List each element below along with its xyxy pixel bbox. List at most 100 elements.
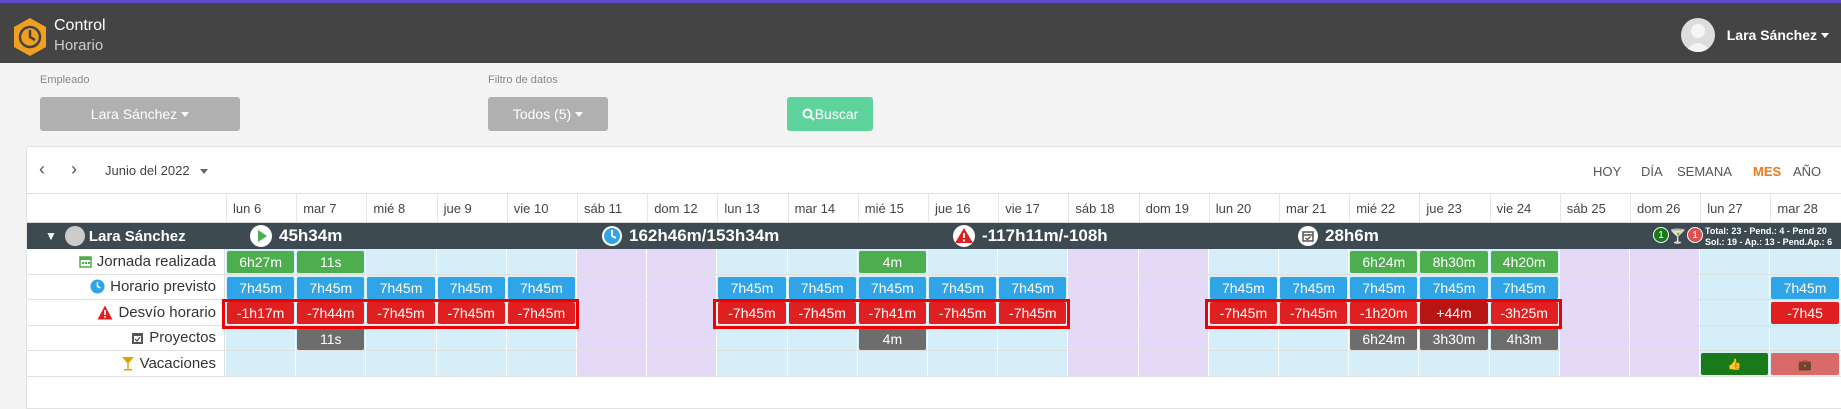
- time-pill[interactable]: 7h45m: [1420, 276, 1488, 299]
- chevron-down-icon[interactable]: ▼: [45, 229, 57, 243]
- day-cell[interactable]: [1419, 351, 1490, 376]
- day-header[interactable]: mié 8: [366, 194, 436, 222]
- day-cell[interactable]: [1770, 325, 1841, 350]
- day-cell[interactable]: [577, 300, 648, 325]
- day-cell[interactable]: [1138, 249, 1209, 274]
- day-cell[interactable]: [577, 249, 648, 274]
- day-cell[interactable]: [366, 325, 437, 350]
- day-header[interactable]: vie 17: [998, 194, 1068, 222]
- day-cell[interactable]: [998, 249, 1069, 274]
- day-header[interactable]: vie 10: [506, 194, 577, 222]
- day-cell[interactable]: [717, 249, 788, 274]
- day-header[interactable]: jue 9: [436, 194, 507, 222]
- day-cell[interactable]: [226, 325, 297, 350]
- day-header[interactable]: mié 22: [1349, 194, 1419, 222]
- day-header[interactable]: lun 20: [1208, 194, 1279, 222]
- day-cell[interactable]: [998, 351, 1069, 376]
- day-cell[interactable]: [1208, 325, 1279, 350]
- time-pill[interactable]: 4h20m: [1490, 251, 1558, 273]
- day-cell[interactable]: [1349, 351, 1420, 376]
- day-header[interactable]: jue 16: [928, 194, 998, 222]
- day-cell[interactable]: [647, 274, 718, 299]
- day-cell[interactable]: [1068, 300, 1139, 325]
- day-cell[interactable]: [787, 351, 858, 376]
- time-pill[interactable]: 7h45m: [507, 276, 575, 299]
- time-pill[interactable]: 7h45m: [1209, 276, 1277, 299]
- day-cell[interactable]: [647, 325, 718, 350]
- day-cell[interactable]: [1208, 351, 1279, 376]
- time-pill[interactable]: 4m: [858, 327, 926, 350]
- day-cell[interactable]: [1700, 274, 1771, 299]
- day-cell[interactable]: [1279, 249, 1350, 274]
- time-pill[interactable]: -7h45: [1771, 302, 1839, 324]
- time-pill[interactable]: 7h45m: [858, 276, 926, 299]
- day-cell[interactable]: [1630, 300, 1701, 325]
- day-cell[interactable]: [787, 325, 858, 350]
- day-cell[interactable]: [436, 249, 507, 274]
- day-header[interactable]: jue 23: [1419, 194, 1489, 222]
- view-month[interactable]: MES: [1753, 164, 1781, 179]
- day-cell[interactable]: [1559, 351, 1630, 376]
- view-year[interactable]: AÑO: [1793, 164, 1821, 179]
- day-cell[interactable]: [928, 325, 999, 350]
- employee-select[interactable]: Lara Sánchez: [40, 97, 240, 131]
- day-cell[interactable]: [366, 351, 437, 376]
- filter-select[interactable]: Todos (5): [488, 97, 608, 131]
- day-cell[interactable]: [647, 351, 718, 376]
- day-cell[interactable]: [1630, 249, 1701, 274]
- day-cell[interactable]: [1138, 351, 1209, 376]
- day-cell[interactable]: [1279, 325, 1350, 350]
- day-cell[interactable]: [1559, 249, 1630, 274]
- day-cell[interactable]: [647, 300, 718, 325]
- day-cell[interactable]: [506, 351, 577, 376]
- view-week[interactable]: SEMANA: [1677, 164, 1732, 179]
- search-button[interactable]: Buscar: [787, 97, 873, 131]
- day-cell[interactable]: [1559, 325, 1630, 350]
- thumbs-up-badge[interactable]: 👍: [1701, 353, 1769, 375]
- day-cell[interactable]: [928, 249, 999, 274]
- user-menu[interactable]: Lara Sánchez: [1680, 17, 1829, 53]
- day-cell[interactable]: [1630, 274, 1701, 299]
- day-header[interactable]: sáb 25: [1559, 194, 1630, 222]
- time-pill[interactable]: 6h27m: [227, 251, 295, 273]
- time-pill[interactable]: 7h45m: [297, 276, 365, 299]
- time-pill[interactable]: 3h30m: [1420, 327, 1488, 350]
- time-pill[interactable]: 7h45m: [1490, 276, 1558, 299]
- time-pill[interactable]: 6h24m: [1350, 251, 1418, 273]
- day-cell[interactable]: [1279, 351, 1350, 376]
- day-header[interactable]: mar 7: [296, 194, 366, 222]
- employee-summary-name[interactable]: ▼ Lara Sánchez: [45, 223, 186, 249]
- day-cell[interactable]: [1630, 351, 1701, 376]
- day-cell[interactable]: [1700, 249, 1771, 274]
- day-header[interactable]: lun 13: [717, 194, 787, 222]
- day-cell[interactable]: [506, 249, 577, 274]
- day-cell[interactable]: [1138, 325, 1209, 350]
- day-cell[interactable]: [717, 351, 788, 376]
- day-cell[interactable]: [1068, 274, 1139, 299]
- time-pill[interactable]: 4h3m: [1490, 327, 1558, 350]
- day-cell[interactable]: [577, 351, 648, 376]
- month-selector[interactable]: Junio del 2022: [105, 163, 208, 178]
- day-header[interactable]: dom 19: [1138, 194, 1209, 222]
- time-pill[interactable]: 7h45m: [227, 276, 295, 299]
- day-cell[interactable]: [717, 325, 788, 350]
- prev-arrow-icon[interactable]: ‹: [39, 159, 45, 180]
- day-cell[interactable]: [577, 274, 648, 299]
- time-pill[interactable]: 7h45m: [788, 276, 856, 299]
- day-header[interactable]: lun 6: [226, 194, 296, 222]
- time-pill[interactable]: 11s: [297, 251, 365, 273]
- day-cell[interactable]: [1770, 249, 1841, 274]
- time-pill[interactable]: 7h45m: [718, 276, 786, 299]
- day-header[interactable]: mié 15: [857, 194, 928, 222]
- time-pill[interactable]: 7h45m: [929, 276, 997, 299]
- day-cell[interactable]: [1700, 300, 1771, 325]
- day-cell[interactable]: [577, 325, 648, 350]
- day-cell[interactable]: [1559, 300, 1630, 325]
- day-cell[interactable]: [1700, 325, 1771, 350]
- day-cell[interactable]: [1138, 274, 1209, 299]
- day-cell[interactable]: [928, 351, 999, 376]
- day-header[interactable]: sáb 18: [1068, 194, 1138, 222]
- pending-request-badge[interactable]: 💼: [1771, 353, 1839, 375]
- day-header[interactable]: mar 28: [1770, 194, 1840, 222]
- day-cell[interactable]: [1208, 249, 1279, 274]
